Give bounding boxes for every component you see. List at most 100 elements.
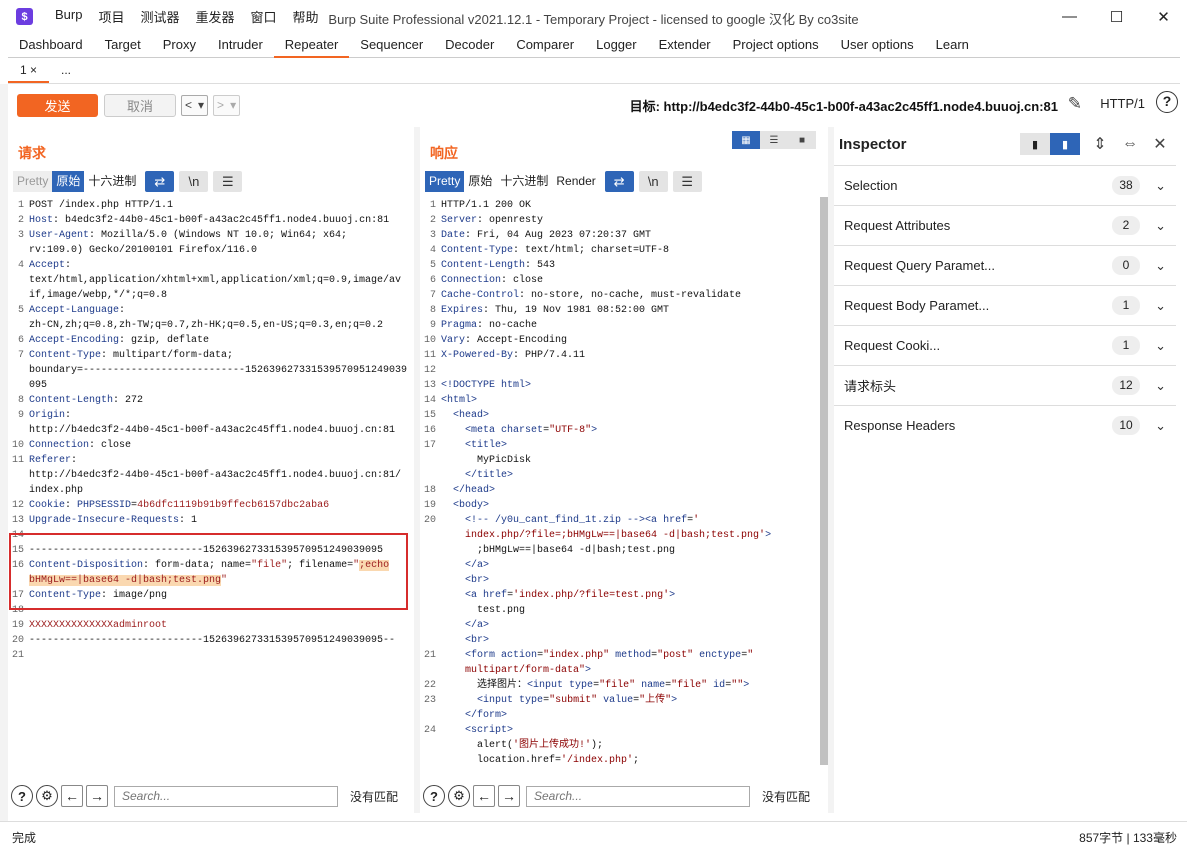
history-back-button[interactable]: < ▾ — [181, 94, 209, 116]
count-badge: 10 — [1112, 416, 1140, 435]
tab-repeater[interactable]: Repeater — [273, 33, 350, 58]
tab-1[interactable]: 1 × — [8, 58, 50, 83]
chevron-down-icon[interactable]: ⌄ — [1155, 298, 1166, 314]
tab-new[interactable]: ... — [49, 58, 83, 83]
tab-intruder[interactable]: Intruder — [207, 33, 274, 58]
match-count: 没有匹配 — [350, 789, 399, 804]
history-forward-button[interactable]: > ▾ — [213, 94, 241, 116]
menu-icon[interactable]: ☰ — [213, 171, 243, 192]
wrap-icon[interactable]: ⇄ — [145, 171, 175, 192]
chevron-down-icon[interactable]: ⌄ — [1155, 418, 1166, 434]
inspector-section[interactable]: Request Body Paramet... 1 ⌄ — [834, 285, 1176, 325]
response-view-bar: Pretty 原始 十六进制 Render ⇄ \n ☰ — [425, 171, 702, 192]
view-pretty[interactable]: Pretty — [425, 171, 465, 192]
layout-right-icon[interactable]: ▮ — [1050, 133, 1080, 155]
tab-project-options[interactable]: Project options — [722, 33, 830, 58]
inspector-section[interactable]: Request Cooki... 1 ⌄ — [834, 325, 1176, 365]
chevron-down-icon: ▾ — [230, 98, 237, 112]
collapse-all-icon[interactable]: ⇔ — [1120, 135, 1140, 153]
view-hex[interactable]: 十六进制 — [496, 171, 552, 192]
forward-icon: > — [217, 98, 225, 112]
inspector-section[interactable]: Request Query Paramet... 0 ⌄ — [834, 245, 1176, 285]
tab-target[interactable]: Target — [94, 33, 152, 58]
gear-icon[interactable]: ⚙ — [36, 785, 58, 807]
tab-learn[interactable]: Learn — [925, 33, 980, 58]
edit-target-icon[interactable]: ✎ — [1068, 94, 1082, 114]
tab-user-options[interactable]: User options — [830, 33, 925, 58]
tab-logger[interactable]: Logger — [585, 33, 647, 58]
request-panel: 请求 Pretty 原始 十六进制 ⇄ \n ☰ 1 POST /index.ph… — [8, 127, 414, 813]
inspector-section[interactable]: Selection 38 ⌄ — [834, 165, 1176, 205]
prev-match-icon[interactable]: ← — [61, 785, 83, 807]
view-hex[interactable]: 十六进制 — [84, 171, 140, 192]
menu-bar: Burp 项目 测试器 重发器 窗口 帮助 — [47, 7, 327, 26]
view-render[interactable]: Render — [552, 171, 599, 192]
inspector-section[interactable]: Response Headers 10 ⌄ — [834, 405, 1176, 445]
tab-dashboard[interactable]: Dashboard — [8, 33, 94, 58]
next-match-icon[interactable]: → — [498, 785, 520, 807]
view-pretty[interactable]: Pretty — [13, 171, 53, 192]
close-window-icon[interactable]: ✕ — [1140, 0, 1187, 33]
layout-left-icon[interactable]: ▮ — [1020, 133, 1050, 155]
inspector-section[interactable]: Request Attributes 2 ⌄ — [834, 205, 1176, 245]
count-badge: 1 — [1112, 296, 1140, 315]
tabbed-icon[interactable]: ■ — [788, 131, 816, 149]
chevron-down-icon[interactable]: ⌄ — [1155, 178, 1166, 194]
newline-icon[interactable]: \n — [179, 171, 209, 192]
cancel-button[interactable]: 取消 — [104, 93, 176, 117]
tab-extender[interactable]: Extender — [648, 33, 722, 58]
response-scrollbar[interactable] — [820, 197, 828, 765]
side-by-side-icon[interactable]: ▦ — [732, 131, 760, 149]
close-icon[interactable]: ✕ — [1150, 134, 1170, 154]
view-raw[interactable]: 原始 — [52, 171, 85, 192]
chevron-down-icon[interactable]: ⌄ — [1155, 338, 1166, 354]
help-icon[interactable]: ? — [1156, 91, 1178, 113]
tab-decoder[interactable]: Decoder — [434, 33, 505, 58]
next-match-icon[interactable]: → — [86, 785, 108, 807]
maximize-icon[interactable]: ☐ — [1093, 0, 1140, 33]
menu-item[interactable]: 重发器 — [188, 7, 243, 26]
menu-item[interactable]: Burp — [47, 7, 90, 26]
menu-icon[interactable]: ☰ — [672, 171, 702, 192]
menu-item[interactable]: 测试器 — [132, 7, 187, 26]
wrap-icon[interactable]: ⇄ — [604, 171, 634, 192]
help-icon[interactable]: ? — [11, 785, 33, 807]
minimize-icon[interactable]: — — [1046, 0, 1093, 33]
scroll-thumb[interactable] — [820, 197, 828, 765]
burp-window: $ Burp 项目 测试器 重发器 窗口 帮助 Burp Suite Profession… — [0, 0, 1187, 849]
stacked-icon[interactable]: ☰ — [760, 131, 788, 149]
highlight-box — [9, 533, 408, 610]
menu-item[interactable]: 窗口 — [243, 7, 285, 26]
tab-comparer[interactable]: Comparer — [505, 33, 585, 58]
count-badge: 38 — [1112, 176, 1140, 195]
section-label: Request Query Paramet... — [844, 258, 996, 273]
repeater-tabs: 1 × ... — [8, 58, 1180, 84]
help-icon[interactable]: ? — [423, 785, 445, 807]
expand-all-icon[interactable]: ⇕ — [1090, 134, 1110, 154]
tab-sequencer[interactable]: Sequencer — [349, 33, 434, 58]
chevron-down-icon[interactable]: ⌄ — [1155, 258, 1166, 274]
target-label: 目标: http://b4edc3f2-44b0-45c1-b00f-a43ac… — [629, 99, 1058, 114]
left-edge — [0, 84, 8, 824]
menu-item[interactable]: 帮助 — [285, 7, 327, 26]
section-label: 请求标头 — [844, 379, 897, 394]
tab-proxy[interactable]: Proxy — [152, 33, 207, 58]
view-raw[interactable]: 原始 — [464, 171, 496, 192]
request-editor[interactable]: 1 POST /index.php HTTP/1.1 2 Host: b4edc3f… — [11, 198, 411, 769]
chevron-down-icon[interactable]: ⌄ — [1155, 378, 1166, 394]
search-input[interactable] — [526, 785, 750, 807]
menu-item[interactable]: 项目 — [90, 7, 132, 26]
search-input[interactable] — [114, 785, 338, 807]
response-editor[interactable]: 1 HTTP/1.1 200 OK 2 Server: openresty 3 Dat… — [423, 198, 816, 769]
prev-match-icon[interactable]: ← — [473, 785, 495, 807]
count-badge: 12 — [1112, 376, 1140, 395]
layout-toggle: ▦ ☰ ■ — [732, 131, 816, 149]
chevron-down-icon[interactable]: ⌄ — [1155, 218, 1166, 234]
send-button[interactable]: 发送 — [17, 93, 98, 117]
newline-icon[interactable]: \n — [638, 171, 668, 192]
request-title: 请求 — [18, 145, 46, 161]
inspector-section[interactable]: 请求标头 12 ⌄ — [834, 365, 1176, 405]
window-controls: — ☐ ✕ — [1046, 0, 1187, 33]
protocol-label[interactable]: HTTP/1 — [1100, 96, 1145, 111]
gear-icon[interactable]: ⚙ — [448, 785, 470, 807]
